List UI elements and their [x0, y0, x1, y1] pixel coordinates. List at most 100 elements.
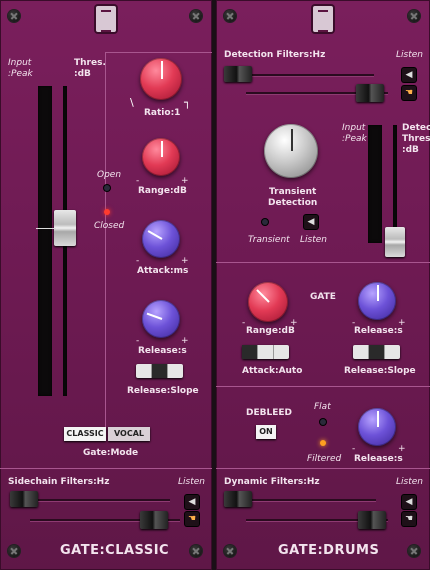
speaker-icon[interactable]: ◀ [402, 495, 416, 509]
attack-knob[interactable] [142, 220, 180, 258]
attack-max-tick: + [181, 256, 189, 266]
dynamic-filters-label: Dynamic Filters:Hz [224, 477, 320, 487]
range-knob[interactable] [142, 138, 180, 176]
detect-threshold-fader[interactable] [385, 227, 405, 257]
section-line [105, 52, 106, 432]
slope-option-1[interactable] [353, 345, 369, 359]
range-knob[interactable] [248, 282, 288, 322]
detect-thres-label: Detect Thres. :dB [402, 123, 430, 155]
attack-min-tick: - [136, 256, 140, 266]
ratio-max-tick: ┐ [184, 96, 191, 109]
slope-option-2[interactable] [152, 364, 168, 378]
release-slope-selector[interactable] [136, 364, 183, 378]
panel-title: GATE:CLASSIC [60, 543, 170, 558]
listen-label-3: Listen [396, 477, 423, 487]
attack-mode-selector[interactable] [242, 345, 289, 359]
mode-classic-button[interactable]: CLASSIC [64, 427, 106, 441]
screw-icon [8, 10, 20, 22]
detect-threshold-track [393, 125, 397, 243]
speaker-icon[interactable]: ◀ [185, 495, 199, 509]
ratio-label: Ratio:1 [144, 108, 181, 118]
divider [216, 468, 430, 469]
transient-label: Transient [248, 235, 290, 245]
listen-label: Listen [396, 50, 423, 60]
hand-pointer-icon[interactable]: ☚ [402, 86, 416, 100]
slope-option-3[interactable] [385, 345, 400, 359]
range-min-tick: - [242, 318, 246, 328]
release-min-tick: - [352, 444, 356, 454]
attack-option-3[interactable] [274, 345, 289, 359]
brand-logo-icon [96, 6, 116, 32]
divider [0, 468, 212, 469]
threshold-marker [36, 228, 56, 229]
section-line [105, 52, 212, 53]
closed-label: Closed [94, 221, 125, 231]
release-knob[interactable] [358, 282, 396, 320]
range-max-tick: + [181, 176, 189, 186]
gate-mode-label: Gate:Mode [83, 448, 139, 458]
dyn-hpf-fader[interactable] [224, 491, 252, 507]
range-min-tick: - [136, 176, 140, 186]
divider [216, 386, 430, 387]
gate-label: GATE [310, 292, 336, 302]
release-slope-label: Release:Slope [344, 366, 416, 376]
screw-icon [190, 10, 202, 22]
brand-logo-icon [313, 6, 333, 32]
det-lpf-fader[interactable] [356, 84, 384, 102]
detection-filters-label: Detection Filters:Hz [224, 50, 326, 60]
dyn-lpf-fader[interactable] [358, 511, 386, 529]
attack-auto-label: Attack:Auto [242, 366, 303, 376]
open-led [104, 185, 110, 191]
attack-option-1[interactable] [242, 345, 258, 359]
gate-classic-panel: Input :Peak Thres. :dB \ ┐ Ratio:1 Open … [0, 0, 212, 570]
slope-option-3[interactable] [168, 364, 183, 378]
ratio-min-tick: \ [130, 96, 134, 109]
speaker-icon[interactable]: ◀ [304, 215, 318, 229]
ratio-knob[interactable] [140, 58, 182, 100]
attack-option-2[interactable] [258, 345, 274, 359]
debleed-on-button[interactable]: ON [256, 425, 276, 439]
release-slope-label: Release:Slope [127, 386, 199, 396]
debleed-label: DEBLEED [246, 408, 292, 418]
attack-label: Attack:ms [137, 266, 189, 276]
transient-detection-knob[interactable] [264, 124, 318, 178]
slope-option-2[interactable] [369, 345, 385, 359]
threshold-fader[interactable] [54, 210, 76, 246]
screw-icon [408, 545, 420, 557]
thres-label: Thres. :dB [74, 58, 106, 79]
listen-label: Listen [178, 477, 205, 487]
hand-pointer-icon[interactable]: ☚ [185, 512, 199, 526]
hand-pointer-icon[interactable]: ☚ [402, 512, 416, 526]
lpf-fader[interactable] [140, 511, 168, 529]
debleed-release-knob[interactable] [358, 408, 396, 446]
open-label: Open [97, 170, 122, 180]
input-peak-label: Input :Peak [342, 123, 367, 144]
sidechain-filters-label: Sidechain Filters:Hz [8, 477, 110, 487]
slope-option-1[interactable] [136, 364, 152, 378]
release-max-tick: + [398, 444, 406, 454]
range-label: Range:dB [246, 326, 295, 336]
release-slope-selector[interactable] [353, 345, 400, 359]
transient-detection-label: Transient Detection [268, 187, 318, 208]
input-peak-label: Input :Peak [8, 58, 33, 79]
mode-vocal-button[interactable]: VOCAL [108, 427, 150, 441]
hpf-fader[interactable] [10, 491, 38, 507]
gate-drums-panel: Detection Filters:Hz Listen ◀ ☚ Transien… [216, 0, 430, 570]
divider [216, 262, 430, 263]
screw-icon [408, 10, 420, 22]
closed-led [104, 209, 110, 215]
release-min-tick: - [136, 336, 140, 346]
screw-icon [224, 545, 236, 557]
screw-icon [224, 10, 236, 22]
release-label: Release:s [354, 326, 403, 336]
speaker-icon[interactable]: ◀ [402, 68, 416, 82]
listen-label-2: Listen [300, 235, 327, 245]
filtered-led [320, 440, 326, 446]
panel-title: GATE:DRUMS [278, 543, 380, 558]
det-hpf-fader[interactable] [224, 66, 252, 82]
screw-icon [8, 545, 20, 557]
input-meter [368, 125, 382, 243]
release-knob[interactable] [142, 300, 180, 338]
flat-label: Flat [314, 402, 331, 412]
screw-icon [190, 545, 202, 557]
